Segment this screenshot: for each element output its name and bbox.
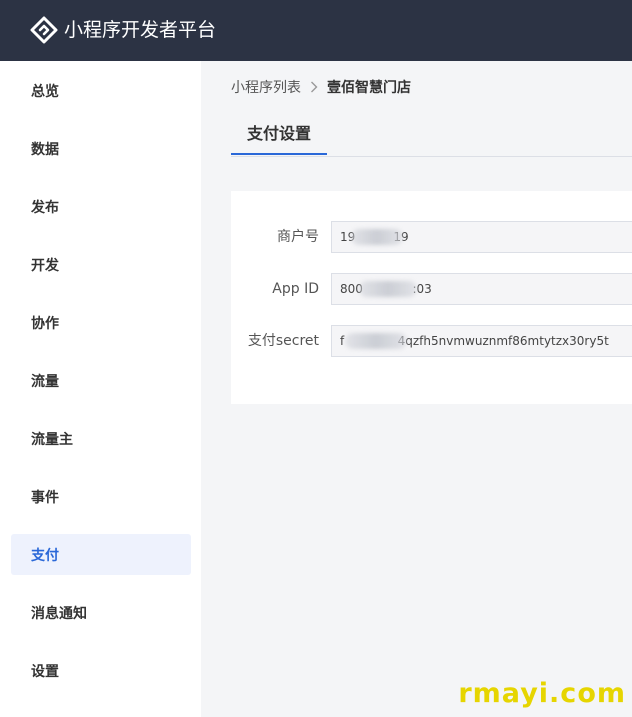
sidebar-item-traffic-owner[interactable]: 流量主 [11, 418, 191, 459]
tab-payment-settings[interactable]: 支付设置 [231, 119, 327, 155]
form-row-secret: 支付secret [231, 325, 632, 357]
main-content: 小程序列表 壹佰智慧门店 支付设置 商户号 App ID 支付secret [201, 61, 632, 717]
sidebar-item-payment[interactable]: 支付 [11, 534, 191, 575]
payment-settings-card: 商户号 App ID 支付secret [231, 191, 632, 404]
watermark: rmayi.com [458, 678, 626, 709]
sidebar-item-label: 开发 [31, 257, 59, 274]
sidebar-item-notifications[interactable]: 消息通知 [11, 592, 191, 633]
sidebar-item-label: 协作 [31, 315, 59, 332]
redaction-blur [351, 229, 403, 245]
sidebar-item-develop[interactable]: 开发 [11, 244, 191, 285]
breadcrumb: 小程序列表 壹佰智慧门店 [231, 77, 411, 97]
sidebar-item-label: 支付 [31, 547, 59, 564]
sidebar-item-events[interactable]: 事件 [11, 476, 191, 517]
redaction-blur [345, 333, 407, 349]
sidebar-item-settings[interactable]: 设置 [11, 650, 191, 691]
sidebar-item-publish[interactable]: 发布 [11, 186, 191, 227]
sidebar-item-overview[interactable]: 总览 [11, 70, 191, 111]
sidebar-item-label: 总览 [31, 83, 59, 100]
sidebar-item-label: 发布 [31, 199, 59, 216]
sidebar-item-data[interactable]: 数据 [11, 128, 191, 169]
breadcrumb-current: 壹佰智慧门店 [327, 80, 411, 96]
secret-label: 支付secret [247, 333, 319, 349]
logo-icon[interactable] [30, 16, 58, 44]
sidebar-item-label: 数据 [31, 141, 59, 158]
sidebar: 总览 数据 发布 开发 协作 流量 流量主 事件 支付 消息通知 设置 [0, 61, 201, 717]
tab-bar: 支付设置 [231, 119, 632, 157]
sidebar-item-label: 设置 [31, 663, 59, 680]
form-row-merchant-id: 商户号 [231, 221, 632, 253]
sidebar-item-label: 事件 [31, 489, 59, 506]
sidebar-item-label: 消息通知 [31, 605, 87, 622]
merchant-id-label: 商户号 [277, 229, 319, 245]
sidebar-item-label: 流量 [31, 373, 59, 390]
chevron-right-icon [311, 81, 318, 93]
sidebar-item-label: 流量主 [31, 431, 73, 448]
app-id-label: App ID [272, 281, 319, 297]
sidebar-item-collaborate[interactable]: 协作 [11, 302, 191, 343]
breadcrumb-link-miniprogram-list[interactable]: 小程序列表 [231, 77, 301, 97]
form-row-app-id: App ID [231, 273, 632, 305]
redaction-blur [359, 281, 417, 297]
sidebar-item-traffic[interactable]: 流量 [11, 360, 191, 401]
top-bar: 小程序开发者平台 [0, 0, 632, 61]
app-title[interactable]: 小程序开发者平台 [64, 17, 216, 43]
